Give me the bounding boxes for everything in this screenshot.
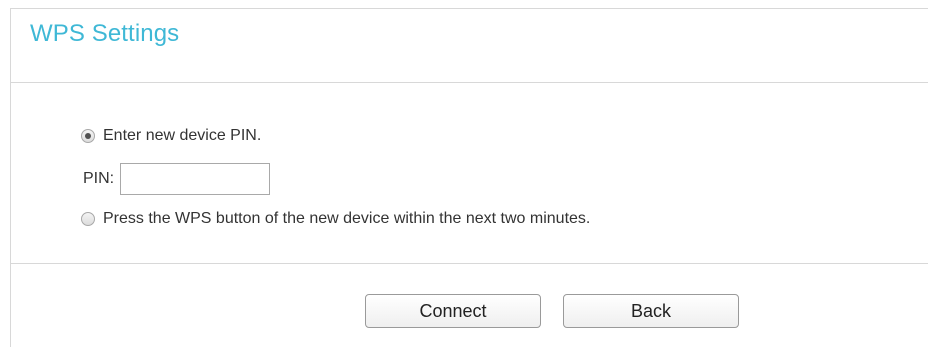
panel-title: WPS Settings (30, 20, 180, 47)
pin-method-radio[interactable] (81, 129, 95, 143)
push-button-label: Press the WPS button of the new device w… (103, 210, 591, 227)
pin-input[interactable] (120, 163, 271, 195)
connect-button[interactable]: Connect (365, 294, 541, 328)
pin-method-label: Enter new device PIN. (103, 127, 262, 144)
push-button-option[interactable]: Press the WPS button of the new device w… (81, 210, 590, 228)
push-button-radio[interactable] (81, 212, 95, 226)
pin-label: PIN: (83, 170, 115, 187)
header-divider (11, 82, 928, 83)
footer-divider (11, 263, 928, 264)
pin-field-row: PIN: (83, 163, 271, 195)
pin-method-option[interactable]: Enter new device PIN. (81, 127, 261, 145)
back-button[interactable]: Back (563, 294, 739, 328)
